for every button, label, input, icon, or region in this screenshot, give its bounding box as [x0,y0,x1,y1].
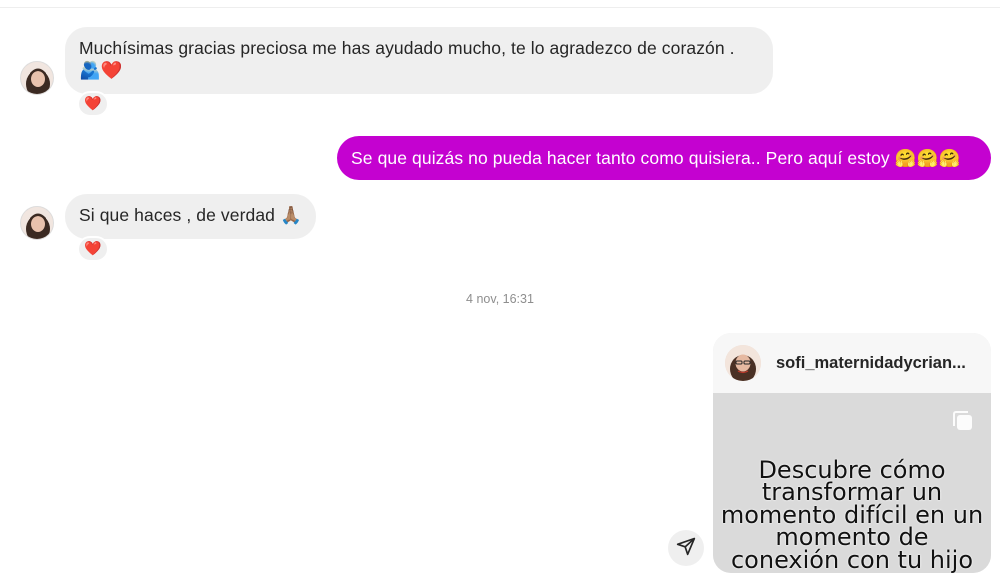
message-text: Si que haces , de verdad 🙏🏽 [79,205,302,225]
incoming-message-bubble[interactable]: Muchísimas gracias preciosa me has ayuda… [65,27,773,94]
message-timestamp: 4 nov, 16:31 [466,292,534,306]
heart-icon: ❤️ [84,241,102,257]
heart-icon: ❤️ [84,96,102,112]
message-text: Muchísimas gracias preciosa me has ayuda… [79,38,735,58]
shared-post-card[interactable]: sofi_maternidadycrian... Descubre cómo t… [713,333,991,573]
heart-reaction[interactable]: ❤️ [77,91,109,117]
top-divider [0,0,1000,8]
sender-avatar[interactable] [20,206,54,240]
outgoing-message-bubble[interactable]: Se que quizás no pueda hacer tanto como … [337,136,991,180]
send-icon [676,536,696,561]
post-author-avatar[interactable] [725,345,761,381]
incoming-message-bubble[interactable]: Si que haces , de verdad 🙏🏽 [65,194,316,239]
share-button[interactable] [668,530,704,566]
message-text: Se que quizás no pueda hacer tanto como … [351,148,961,168]
shared-post-header[interactable]: sofi_maternidadycrian... [713,333,991,393]
post-username[interactable]: sofi_maternidadycrian... [776,354,981,373]
message-emoji: 🫂❤️ [79,61,123,81]
sender-avatar[interactable] [20,61,54,95]
heart-reaction[interactable]: ❤️ [77,236,109,262]
post-caption: Descubre cómo transformar un momento dif… [720,455,984,573]
